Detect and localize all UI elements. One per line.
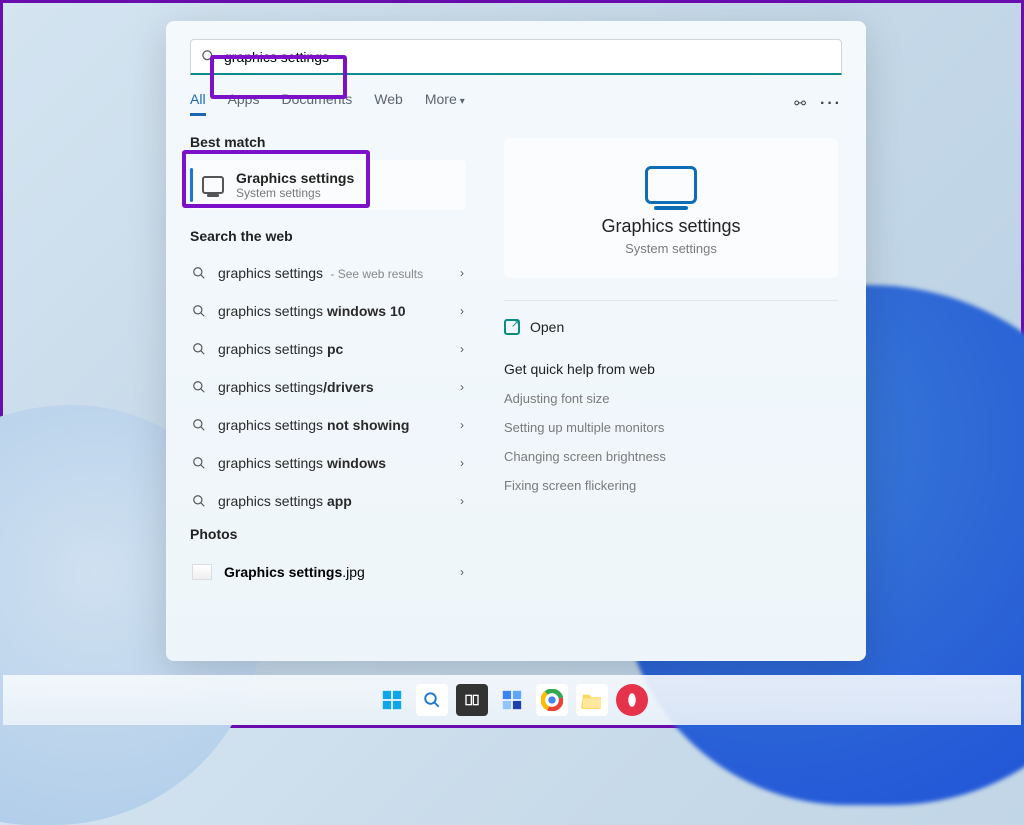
widgets-icon[interactable]: [496, 684, 528, 716]
help-link[interactable]: Fixing screen flickering: [504, 478, 636, 493]
search-icon: [192, 266, 206, 280]
best-match-subtitle: System settings: [236, 186, 354, 200]
best-match-item[interactable]: Graphics settings System settings: [190, 160, 466, 210]
start-button[interactable]: [376, 684, 408, 716]
search-icon: [192, 418, 206, 432]
help-link[interactable]: Adjusting font size: [504, 391, 610, 406]
photos-label: Photos: [190, 526, 476, 542]
chrome-icon[interactable]: [536, 684, 568, 716]
best-match-title: Graphics settings: [236, 170, 354, 186]
rewards-icon[interactable]: ⚯: [794, 95, 806, 112]
chevron-right-icon: ›: [460, 266, 464, 280]
divider: [504, 300, 838, 301]
open-action[interactable]: Open: [504, 319, 838, 335]
preview-title: Graphics settings: [524, 216, 818, 237]
search-bar[interactable]: [190, 39, 842, 75]
help-link[interactable]: Setting up multiple monitors: [504, 420, 664, 435]
open-icon: [504, 319, 520, 335]
search-web-label: Search the web: [190, 228, 476, 244]
photos-result[interactable]: Graphics settings.jpg ›: [190, 552, 476, 592]
search-icon: [192, 342, 206, 356]
chevron-right-icon: ›: [460, 418, 464, 432]
web-result[interactable]: graphics settings pc›: [190, 330, 476, 368]
chevron-right-icon: ›: [460, 342, 464, 356]
web-result[interactable]: graphics settings app›: [190, 482, 476, 520]
web-result[interactable]: graphics settings windows›: [190, 444, 476, 482]
chevron-right-icon: ›: [460, 494, 464, 508]
tab-more[interactable]: More▾: [425, 91, 465, 116]
tab-all[interactable]: All: [190, 91, 206, 116]
search-icon: [192, 456, 206, 470]
more-options-icon[interactable]: ···: [820, 95, 842, 113]
file-explorer-icon[interactable]: [576, 684, 608, 716]
monitor-icon: [202, 176, 224, 194]
web-result[interactable]: graphics settings - See web results›: [190, 254, 476, 292]
chevron-right-icon: ›: [460, 304, 464, 318]
task-view-icon[interactable]: [456, 684, 488, 716]
search-icon: [192, 304, 206, 318]
search-icon: [192, 380, 206, 394]
photo-thumb-icon: [192, 564, 212, 580]
opera-icon[interactable]: [616, 684, 648, 716]
chevron-right-icon: ›: [460, 565, 464, 579]
preview-card: Graphics settings System settings: [504, 138, 838, 278]
taskbar: [3, 675, 1021, 725]
tab-documents[interactable]: Documents: [281, 91, 352, 116]
search-input[interactable]: [224, 49, 831, 65]
tab-web[interactable]: Web: [374, 91, 403, 116]
chevron-right-icon: ›: [460, 456, 464, 470]
monitor-icon: [645, 166, 697, 204]
tab-apps[interactable]: Apps: [228, 91, 260, 116]
selection-bar: [190, 168, 193, 202]
taskbar-search-icon[interactable]: [416, 684, 448, 716]
search-icon: [201, 49, 216, 64]
best-match-label: Best match: [190, 134, 476, 150]
preview-subtitle: System settings: [524, 241, 818, 256]
quick-help-label: Get quick help from web: [504, 361, 838, 377]
help-link[interactable]: Changing screen brightness: [504, 449, 666, 464]
search-icon: [192, 494, 206, 508]
web-result[interactable]: graphics settings/drivers›: [190, 368, 476, 406]
web-result[interactable]: graphics settings windows 10›: [190, 292, 476, 330]
start-search-panel: All Apps Documents Web More▾ ⚯ ··· Best …: [166, 21, 866, 661]
web-result[interactable]: graphics settings not showing›: [190, 406, 476, 444]
chevron-right-icon: ›: [460, 380, 464, 394]
filter-tabs: All Apps Documents Web More▾: [190, 91, 465, 116]
